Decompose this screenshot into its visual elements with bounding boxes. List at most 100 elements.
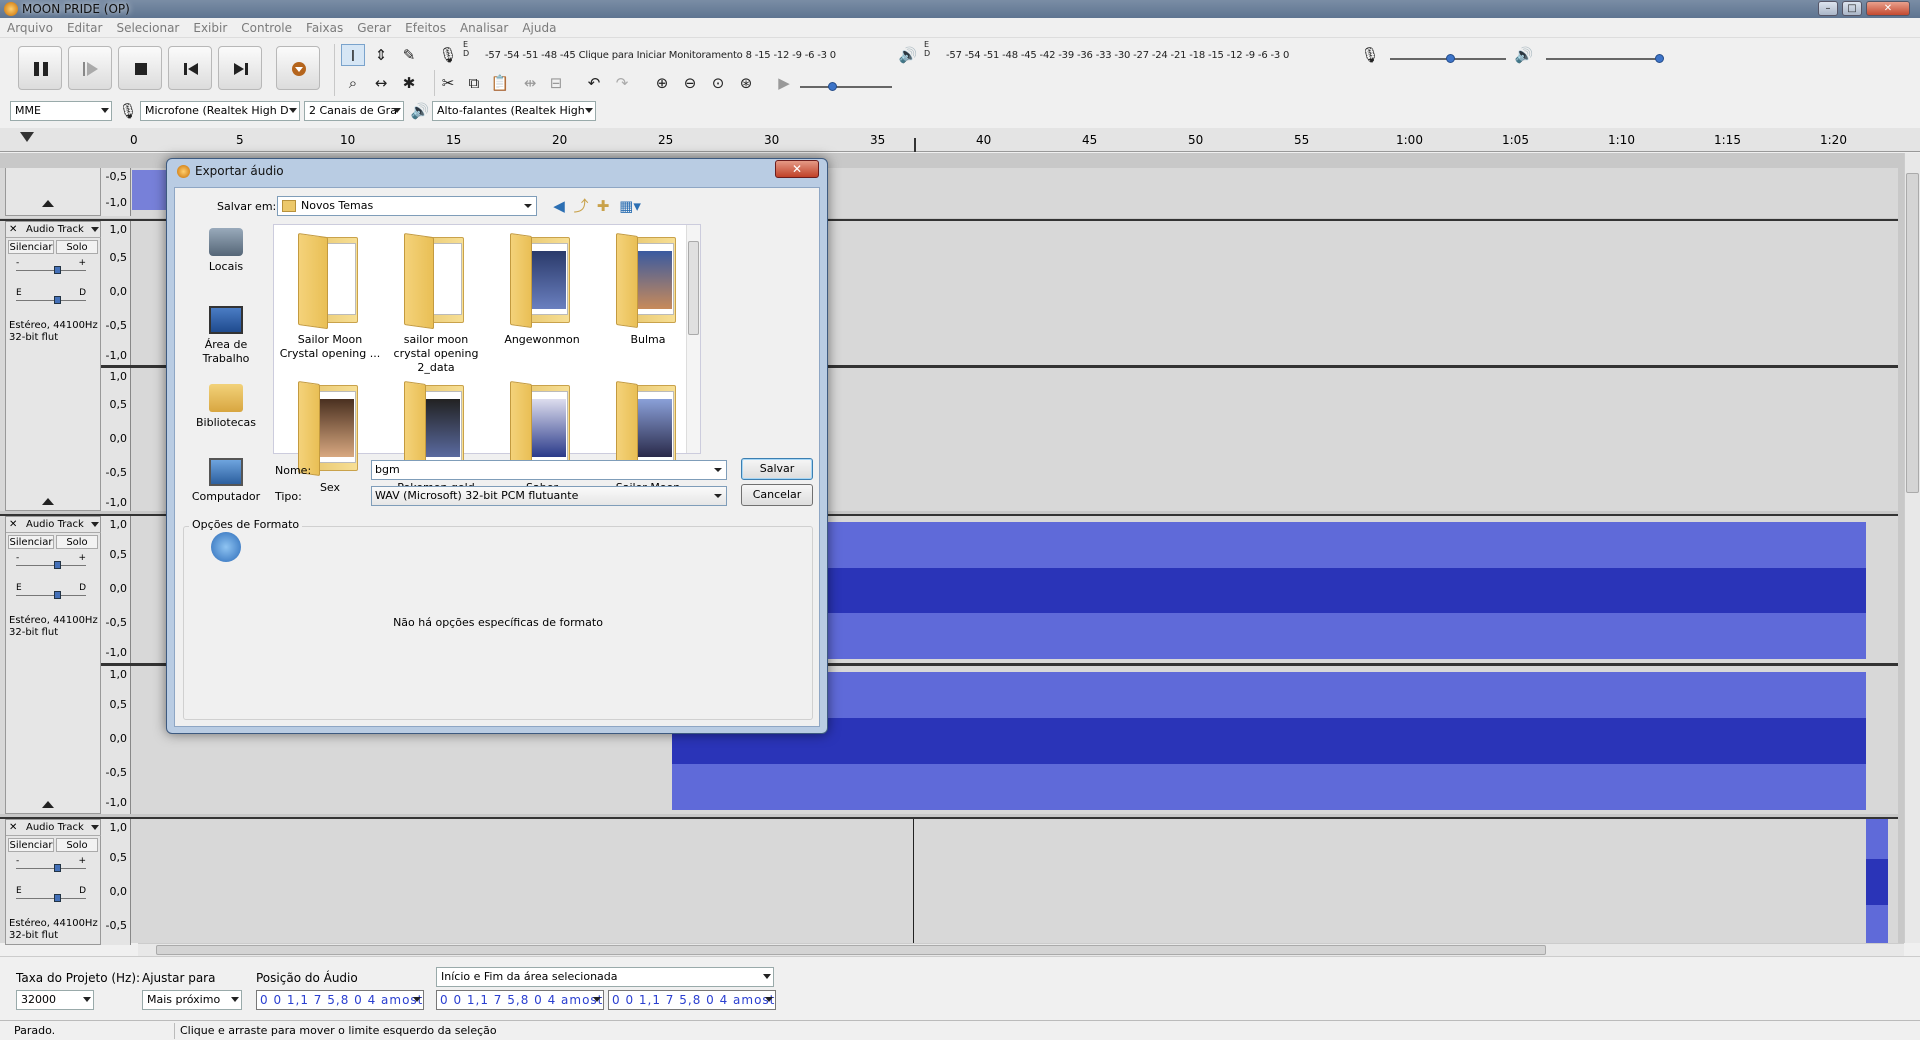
channels-select[interactable]: 2 Canais de Gra — [304, 101, 404, 121]
play-meter[interactable]: -57 -54 -51 -48 -45 -42 -39 -36 -33 -30 … — [946, 50, 1289, 61]
close-track-icon[interactable]: ✕ — [9, 222, 17, 238]
solo-button[interactable]: Solo — [56, 535, 98, 549]
up-folder-icon[interactable]: ⤴ — [569, 195, 593, 217]
cut-icon[interactable]: ✂ — [436, 72, 460, 94]
paste-icon[interactable]: 📋 — [488, 72, 512, 94]
undo-icon[interactable]: ↶ — [582, 72, 606, 94]
pan-slider[interactable]: ED — [12, 288, 92, 308]
microphone-icon[interactable]: 🎙 — [436, 44, 460, 66]
new-folder-icon[interactable]: ✚ — [591, 195, 615, 217]
output-volume-slider[interactable] — [1546, 58, 1662, 60]
vertical-scroll-thumb[interactable] — [1906, 173, 1919, 493]
playhead-marker[interactable] — [914, 138, 916, 152]
audio-track[interactable]: ✕ Audio Track Silenciar Solo - + ED Estére… — [0, 817, 1898, 945]
folder-item[interactable]: Bulma — [596, 229, 700, 347]
vertical-scrollbar[interactable] — [1904, 153, 1920, 943]
cancel-button[interactable]: Cancelar — [741, 484, 813, 506]
pan-slider[interactable]: ED — [12, 886, 92, 906]
folder-item[interactable]: Angewonmon — [490, 229, 594, 347]
place-recent[interactable]: Locais — [183, 228, 269, 274]
trim-icon[interactable]: ⇹ — [518, 72, 542, 94]
menu-faixas[interactable]: Faixas — [299, 18, 350, 38]
fit-project-icon[interactable]: ⊛ — [734, 72, 758, 94]
selection-mode-select[interactable]: Início e Fim da área selecionada — [436, 967, 774, 987]
file-name-input[interactable]: bgm — [371, 460, 727, 480]
speaker-icon[interactable]: 🔊 — [896, 44, 920, 66]
skip-to-end-button[interactable] — [218, 46, 262, 90]
folder-item[interactable]: Sex — [278, 377, 382, 495]
save-button[interactable]: Salvar — [741, 458, 813, 480]
play-at-speed-icon[interactable]: ▶ — [772, 72, 796, 94]
close-track-icon[interactable]: ✕ — [9, 820, 17, 836]
redo-icon[interactable]: ↷ — [610, 72, 634, 94]
close-window-button[interactable]: ✕ — [1866, 1, 1910, 16]
selection-end-field[interactable]: 0 0 1,1 7 5,8 0 4 amostras — [608, 990, 776, 1010]
menu-analisar[interactable]: Analisar — [453, 18, 515, 38]
stop-button[interactable] — [118, 46, 162, 90]
menu-gerar[interactable]: Gerar — [350, 18, 398, 38]
silence-icon[interactable]: ⊟ — [544, 72, 568, 94]
audio-host-select[interactable]: MME — [10, 101, 112, 121]
menu-arquivo[interactable]: Arquivo — [0, 18, 60, 38]
envelope-tool[interactable]: ⇕ — [369, 44, 393, 66]
track-name-menu[interactable]: ✕ Audio Track — [6, 517, 102, 533]
multi-tool[interactable]: ✱ — [397, 72, 421, 94]
file-list-scrollbar[interactable] — [686, 225, 700, 453]
folder-item[interactable]: sailor moon crystal opening 2_data — [384, 229, 488, 375]
place-computer[interactable]: Computador — [183, 458, 269, 504]
folder-item[interactable]: Sailor Moon Crystal opening ... — [278, 229, 382, 361]
back-icon[interactable]: ◀ — [547, 195, 571, 217]
menu-controle[interactable]: Controle — [234, 18, 299, 38]
gain-slider[interactable]: - + — [12, 258, 92, 278]
output-device-select[interactable]: Alto-falantes (Realtek High — [432, 101, 596, 121]
pause-button[interactable] — [18, 46, 62, 90]
menu-exibir[interactable]: Exibir — [186, 18, 234, 38]
track-name-menu[interactable]: ✕ Audio Track — [6, 820, 102, 836]
audio-position-field[interactable]: 0 0 1,1 7 5,8 0 4 amostras — [256, 990, 424, 1010]
waveform[interactable] — [1866, 819, 1888, 945]
track-name-menu[interactable]: ✕ Audio Track — [6, 222, 102, 238]
input-volume-knob[interactable] — [1446, 54, 1455, 63]
zoom-in-icon[interactable]: ⊕ — [650, 72, 674, 94]
zoom-out-icon[interactable]: ⊖ — [678, 72, 702, 94]
mute-button[interactable]: Silenciar — [8, 838, 54, 852]
solo-button[interactable]: Solo — [56, 838, 98, 852]
collapse-icon[interactable] — [42, 801, 54, 808]
input-device-select[interactable]: Microfone (Realtek High D — [140, 101, 300, 121]
dialog-close-button[interactable]: ✕ — [775, 160, 819, 178]
zoom-tool[interactable]: ⌕ — [341, 72, 365, 94]
minimize-button[interactable]: – — [1818, 1, 1838, 16]
pan-slider[interactable]: ED — [12, 583, 92, 603]
collapse-icon[interactable] — [42, 200, 54, 207]
place-desktop[interactable]: Área de Trabalho — [183, 306, 269, 366]
play-speed-slider[interactable] — [800, 86, 892, 88]
timeline-ruler[interactable]: 0 5 10 15 20 25 30 35 40 45 50 55 1:00 1… — [0, 128, 1920, 152]
selection-start-field[interactable]: 0 0 1,1 7 5,8 0 4 amostras — [436, 990, 604, 1010]
place-libraries[interactable]: Bibliotecas — [183, 384, 269, 430]
mute-button[interactable]: Silenciar — [8, 240, 54, 254]
snap-select[interactable]: Mais próximo — [142, 990, 242, 1010]
menu-editar[interactable]: Editar — [60, 18, 110, 38]
view-menu-icon[interactable]: ▦▾ — [615, 195, 645, 217]
file-list-scroll-thumb[interactable] — [688, 241, 699, 335]
collapse-icon[interactable] — [42, 498, 54, 505]
record-meter[interactable]: -57 -54 -51 -48 -45 Clique para Iniciar … — [485, 50, 836, 61]
record-button[interactable] — [276, 46, 320, 90]
fit-selection-icon[interactable]: ⊙ — [706, 72, 730, 94]
menu-selecionar[interactable]: Selecionar — [109, 18, 186, 38]
mute-button[interactable]: Silenciar — [8, 535, 54, 549]
copy-icon[interactable]: ⧉ — [462, 72, 486, 94]
menu-efeitos[interactable]: Efeitos — [398, 18, 453, 38]
waveform[interactable] — [672, 522, 1866, 659]
close-track-icon[interactable]: ✕ — [9, 517, 17, 533]
maximize-button[interactable]: □ — [1842, 1, 1862, 16]
project-rate-select[interactable]: 32000 — [16, 990, 94, 1010]
draw-tool[interactable]: ✎ — [397, 44, 421, 66]
menu-ajuda[interactable]: Ajuda — [515, 18, 563, 38]
solo-button[interactable]: Solo — [56, 240, 98, 254]
selection-tool[interactable]: I — [341, 44, 365, 66]
waveform[interactable] — [672, 672, 1866, 810]
gain-slider[interactable]: - + — [12, 856, 92, 876]
play-speed-knob[interactable] — [828, 82, 837, 91]
horizontal-scrollbar[interactable] — [138, 943, 1904, 956]
